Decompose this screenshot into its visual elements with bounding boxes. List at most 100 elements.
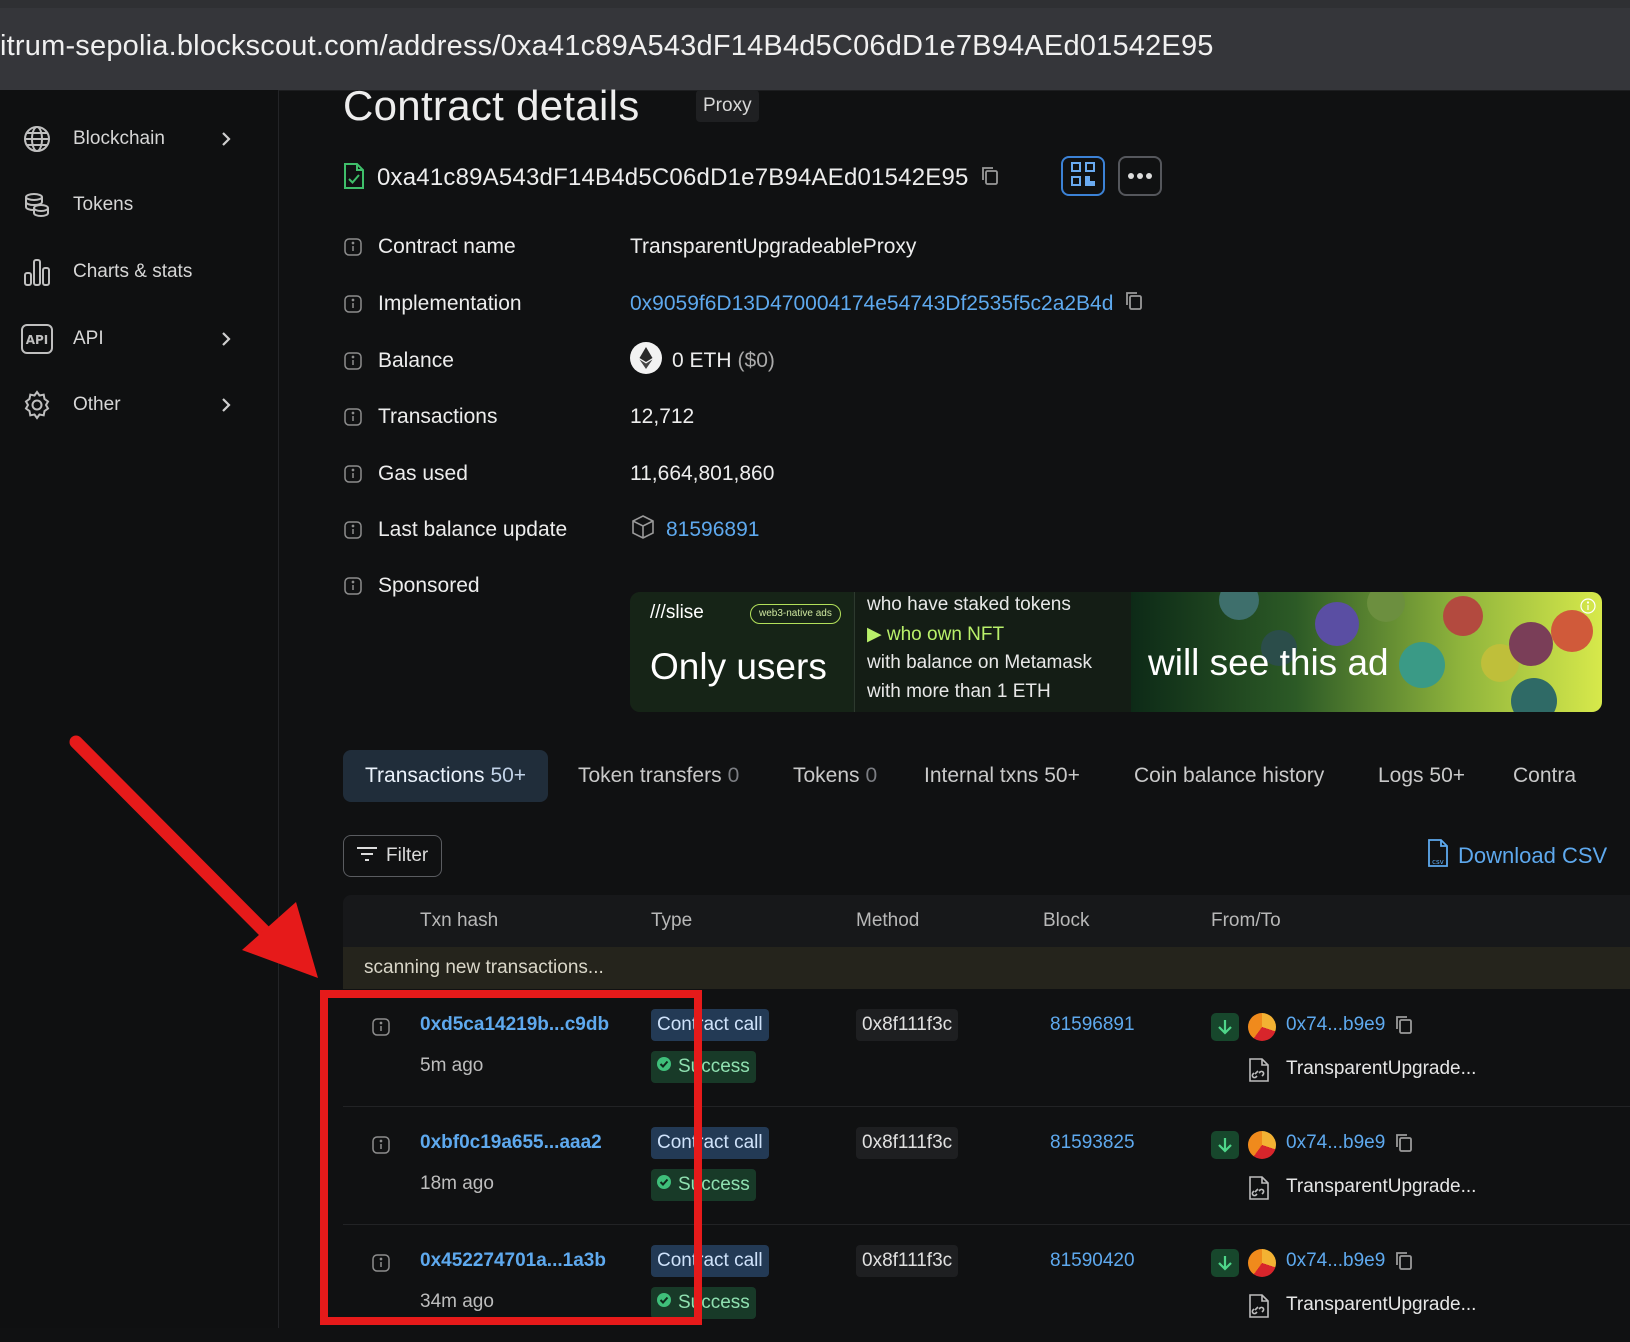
copy-icon[interactable] xyxy=(1395,1251,1413,1276)
info-icon[interactable] xyxy=(343,237,363,257)
nft-avatar xyxy=(1443,596,1483,636)
info-icon[interactable] xyxy=(343,407,363,427)
tab-internal-txns[interactable]: Internal txns 50+ xyxy=(924,750,1080,802)
block-link[interactable]: 81596891 xyxy=(1050,1014,1135,1036)
sidebar-item-label: Charts & stats xyxy=(73,261,193,282)
gear-icon xyxy=(20,388,54,422)
last-balance-block-link[interactable]: 81596891 xyxy=(666,518,759,542)
tab-token-transfers[interactable]: Token transfers 0 xyxy=(578,750,739,802)
svg-text:API: API xyxy=(26,333,49,347)
annotation-highlight-box xyxy=(320,990,702,1325)
chevron-right-icon xyxy=(212,125,240,153)
table-header: Txn hash Type Method Block From/To xyxy=(343,895,1630,947)
tab-transactions[interactable]: Transactions 50+ xyxy=(343,750,549,802)
ad-tag: web3-native ads xyxy=(750,604,841,624)
contract-file-icon xyxy=(1248,1175,1270,1206)
more-dots-icon xyxy=(1127,167,1153,185)
url-text[interactable]: itrum-sepolia.blockscout.com/address/0xa… xyxy=(0,30,1214,63)
arrow-down-icon xyxy=(1211,1249,1239,1277)
info-icon[interactable] xyxy=(343,520,363,540)
from-address-link[interactable]: 0x74...b9e9 xyxy=(1286,1250,1385,1272)
contract-file-icon xyxy=(1248,1057,1270,1088)
scanning-text: scanning new transactions... xyxy=(364,957,604,978)
chevron-right-icon xyxy=(212,391,240,419)
nft-avatar xyxy=(1399,642,1445,688)
more-options-button[interactable] xyxy=(1118,156,1162,196)
contract-address-row: 0xa41c89A543dF14B4d5C06dD1e7B94AEd01542E… xyxy=(343,158,999,198)
copy-icon[interactable] xyxy=(1395,1133,1413,1158)
detail-label: Gas used xyxy=(378,462,468,485)
qr-code-icon xyxy=(1070,161,1096,192)
sidebar-item-api[interactable]: API API xyxy=(20,317,240,361)
tab-coin-balance-history[interactable]: Coin balance history xyxy=(1134,750,1324,802)
to-contract-name[interactable]: TransparentUpgrade... xyxy=(1286,1058,1476,1080)
copy-icon[interactable] xyxy=(1125,291,1143,317)
from-address-link[interactable]: 0x74...b9e9 xyxy=(1286,1014,1385,1036)
ad-line: with balance on Metamask xyxy=(867,652,1092,673)
filter-label: Filter xyxy=(386,845,429,866)
block-link[interactable]: 81593825 xyxy=(1050,1132,1135,1154)
tab-logs[interactable]: Logs 50+ xyxy=(1378,750,1465,802)
tab-tokens[interactable]: Tokens 0 xyxy=(793,750,877,802)
bar-chart-icon xyxy=(20,255,54,289)
ad-line: who have staked tokens xyxy=(867,594,1071,615)
browser-top-strip xyxy=(0,0,1630,8)
sidebar-item-label: Tokens xyxy=(73,194,134,215)
tab-contract[interactable]: Contra xyxy=(1513,750,1576,802)
ad-tagline: will see this ad xyxy=(1148,642,1389,683)
to-contract-name[interactable]: TransparentUpgrade... xyxy=(1286,1176,1476,1198)
block-link[interactable]: 81590420 xyxy=(1050,1250,1135,1272)
detail-contract-name: Contract name TransparentUpgradeableProx… xyxy=(343,229,1543,265)
sidebar-item-label: Blockchain xyxy=(73,128,165,149)
sponsored-ad-banner[interactable]: ///slise web3-native ads Only users who … xyxy=(630,592,1602,712)
filter-button[interactable]: Filter xyxy=(343,835,442,877)
svg-text:csv: csv xyxy=(1432,858,1444,866)
sidebar-item-tokens[interactable]: Tokens xyxy=(20,183,240,227)
address-tabs: Transactions 50+ Token transfers 0 Tokens 0… xyxy=(343,750,1630,802)
ad-info-icon[interactable] xyxy=(1580,598,1596,619)
info-icon[interactable] xyxy=(343,294,363,314)
sidebar-item-charts-stats[interactable]: Charts & stats xyxy=(20,250,240,294)
column-header: Block xyxy=(1043,910,1090,931)
chevron-right-icon xyxy=(212,325,240,353)
ad-headline: Only users xyxy=(650,646,827,687)
arrow-down-icon xyxy=(1211,1013,1239,1041)
info-icon[interactable] xyxy=(343,464,363,484)
coins-icon xyxy=(20,188,54,222)
scanning-notice: scanning new transactions... xyxy=(343,947,1630,989)
ad-logo: ///slise xyxy=(650,602,704,623)
column-header: From/To xyxy=(1211,910,1281,931)
page-title: Contract details xyxy=(343,82,640,129)
nft-avatar xyxy=(1219,592,1259,620)
copy-icon[interactable] xyxy=(1395,1015,1413,1040)
sidebar-item-other[interactable]: Other xyxy=(20,383,240,427)
avatar xyxy=(1248,1249,1276,1277)
gas-used-value: 11,664,801,860 xyxy=(630,462,775,485)
method-badge: 0x8f111f3c xyxy=(856,1245,959,1277)
transactions-count-link[interactable]: 12,712 xyxy=(630,405,694,429)
qr-code-button[interactable] xyxy=(1061,156,1105,196)
from-address-link[interactable]: 0x74...b9e9 xyxy=(1286,1132,1385,1154)
to-contract-name[interactable]: TransparentUpgrade... xyxy=(1286,1294,1476,1316)
detail-label: Implementation xyxy=(378,292,522,315)
browser-address-bar[interactable]: itrum-sepolia.blockscout.com/address/0xa… xyxy=(0,8,1630,91)
sidebar-item-blockchain[interactable]: Blockchain xyxy=(20,117,240,161)
detail-label: Last balance update xyxy=(378,518,568,541)
contract-name-value: TransparentUpgradeableProxy xyxy=(630,235,917,258)
avatar xyxy=(1248,1131,1276,1159)
ad-nft-collage: will see this ad xyxy=(1131,592,1602,712)
column-header: Method xyxy=(856,910,920,931)
detail-last-balance-update: Last balance update 81596891 xyxy=(343,512,1543,548)
nft-avatar xyxy=(1511,678,1557,712)
info-icon[interactable] xyxy=(343,351,363,371)
copy-icon[interactable] xyxy=(981,166,999,191)
detail-gas-used: Gas used 11,664,801,860 xyxy=(343,456,1543,492)
info-icon[interactable] xyxy=(343,576,363,596)
csv-file-icon: csv xyxy=(1426,838,1450,874)
nft-avatar xyxy=(1315,602,1359,646)
proxy-badge: Proxy xyxy=(696,90,759,122)
implementation-address-link[interactable]: 0x9059f6D13D470004174e54743Df2535f5c2a2B… xyxy=(630,292,1113,316)
sidebar: Blockchain Tokens Charts & stats API API… xyxy=(0,90,279,1328)
download-csv-button[interactable]: csv Download CSV xyxy=(1426,838,1607,874)
method-badge: 0x8f111f3c xyxy=(856,1127,959,1159)
